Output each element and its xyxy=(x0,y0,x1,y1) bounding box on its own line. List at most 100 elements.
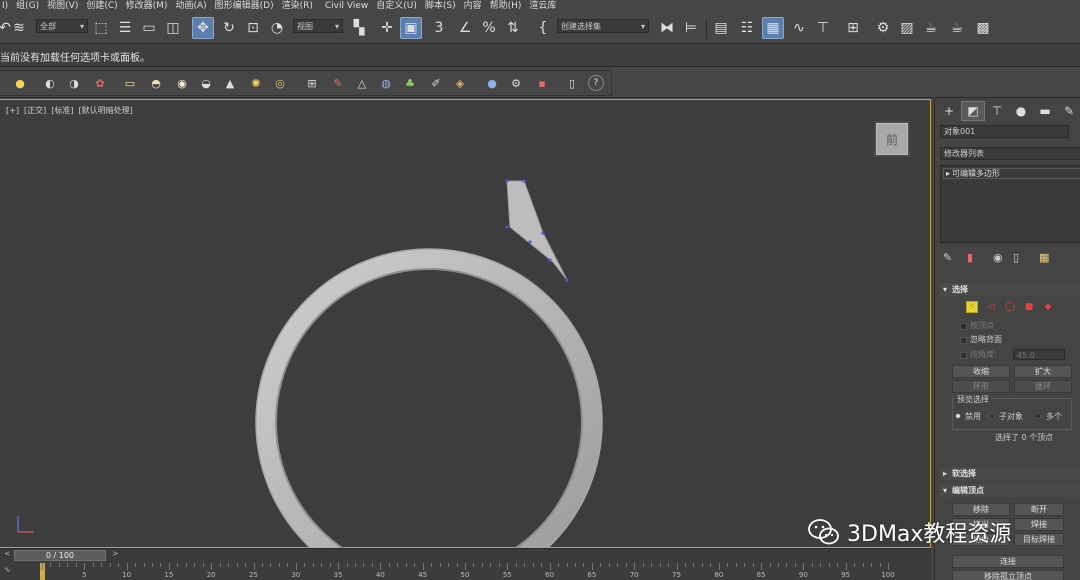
time-slider-next-button[interactable]: > xyxy=(112,549,119,558)
vertex[interactable] xyxy=(548,258,552,262)
shell-icon[interactable]: ◈ xyxy=(452,75,468,91)
rectangular-selection-icon[interactable]: ▭ xyxy=(138,17,160,39)
display-tab-icon[interactable]: ▬ xyxy=(1033,101,1057,121)
modifier-list-select[interactable]: 修改器列表 xyxy=(940,147,1080,160)
select-rotate-icon[interactable]: ↻ xyxy=(218,17,240,39)
menu-item[interactable]: 内容 xyxy=(464,0,490,13)
grow-button[interactable]: 扩大 xyxy=(1014,365,1072,378)
skylight-icon[interactable]: ◎ xyxy=(272,75,288,91)
by-vertex-checkbox[interactable] xyxy=(960,323,967,330)
frame-buffer-icon[interactable]: ▪ xyxy=(534,75,550,91)
bind-space-warp-icon[interactable]: ≋ xyxy=(8,17,30,39)
sphere-gizmo-icon[interactable]: ◑ xyxy=(66,75,82,91)
vertex[interactable] xyxy=(505,179,509,183)
pin-stack-icon[interactable]: ✎ xyxy=(943,251,952,264)
render-in-cloud-icon[interactable]: ▩ xyxy=(972,17,994,39)
select-move-icon[interactable]: ✥ xyxy=(192,17,214,39)
render-setup-icon[interactable]: ⚙ xyxy=(872,17,894,39)
edit-vertices-rollout-header[interactable]: ▾ 编辑顶点 xyxy=(940,484,1080,497)
configure-modifier-sets-icon[interactable]: ▦ xyxy=(1039,251,1049,264)
toggle-ribbon-icon[interactable]: ▦ xyxy=(762,17,784,39)
front-viewport[interactable]: [+] [正交] [标准] [默认明暗处理] 前 xyxy=(0,99,931,549)
object-name-field[interactable]: 对象001 xyxy=(940,125,1069,138)
make-unique-icon[interactable]: ◉ xyxy=(993,251,1003,264)
selection-rollout-header[interactable]: ▾ 选择 xyxy=(940,283,1080,296)
menu-item[interactable]: 渲云库 xyxy=(529,0,564,13)
edge-mode-icon[interactable]: ◁ xyxy=(985,301,997,313)
vertex-mode-icon[interactable]: ⁖ xyxy=(966,301,978,313)
preview-disabled-radio[interactable] xyxy=(955,413,961,419)
modify-tab-icon[interactable]: ◩ xyxy=(961,101,985,121)
expand-arrow-icon[interactable]: ▸ xyxy=(946,169,950,178)
polygon-mode-icon[interactable]: ■ xyxy=(1023,301,1035,313)
vertex[interactable] xyxy=(528,240,532,244)
tree-icon[interactable]: ♣ xyxy=(402,75,418,91)
sphere-icon[interactable]: ◉ xyxy=(174,75,190,91)
ring-mesh[interactable] xyxy=(256,249,602,549)
render-sphere-icon[interactable]: ● xyxy=(484,75,500,91)
target-weld-button[interactable]: 目标焊接 xyxy=(1014,533,1064,546)
element-mode-icon[interactable]: ◆ xyxy=(1042,301,1054,313)
hierarchy-tab-icon[interactable]: ⊤ xyxy=(985,101,1009,121)
preview-multi-radio[interactable] xyxy=(1035,413,1041,419)
viewcube[interactable]: 前 xyxy=(876,123,908,155)
menu-item[interactable]: 帮助(H) xyxy=(490,0,530,13)
render-settings-icon[interactable]: ⚙ xyxy=(508,75,524,91)
show-end-result-icon[interactable]: ▮ xyxy=(967,251,973,264)
menu-item[interactable]: 图形编辑器(D) xyxy=(215,0,282,13)
ring-button[interactable]: 环形 xyxy=(952,380,1010,393)
time-slider[interactable]: < 0 / 100 > xyxy=(0,548,931,561)
scene-explorer-icon[interactable]: ▤ xyxy=(710,17,732,39)
mirror-icon[interactable]: ⧓ xyxy=(656,17,678,39)
paint-icon[interactable]: ✎ xyxy=(330,75,346,91)
menu-item[interactable]: 脚本(S) xyxy=(425,0,464,13)
menu-item[interactable]: 自定义(U) xyxy=(376,0,425,13)
menu-item[interactable]: 组(G) xyxy=(16,0,47,13)
weld-button[interactable]: 焊接 xyxy=(1014,518,1064,531)
curve-editor-icon[interactable]: ∿ xyxy=(788,17,810,39)
break-button[interactable]: 断开 xyxy=(1014,503,1064,516)
timeline-track[interactable]: ∿ 0 5 10 15 20 25 30 35 40 45 50 55 60 65 70 75 80 85 90 95… xyxy=(0,561,931,580)
selection-filter-select[interactable]: 全部 ▾ xyxy=(36,19,88,33)
border-mode-icon[interactable]: ◯ xyxy=(1004,301,1016,313)
render-iterative-icon[interactable]: ☕ xyxy=(946,17,968,39)
edit-named-selection-icon[interactable]: { xyxy=(532,17,554,39)
cone-icon[interactable]: ▲ xyxy=(222,75,238,91)
keyboard-shortcut-override-icon[interactable]: ▣ xyxy=(400,17,422,39)
menu-item[interactable]: 视图(V) xyxy=(47,0,86,13)
prong-mesh[interactable] xyxy=(506,180,568,281)
material-editor-icon[interactable]: ⊞ xyxy=(842,17,864,39)
connect-button[interactable]: 连接 xyxy=(952,555,1064,568)
brush-icon[interactable]: ✐ xyxy=(428,75,444,91)
menu-item[interactable]: 创建(C) xyxy=(86,0,125,13)
time-slider-prev-button[interactable]: < xyxy=(4,549,11,558)
remove-isolated-vertices-button[interactable]: 移除孤立顶点 xyxy=(952,570,1064,580)
window-crossing-icon[interactable]: ◫ xyxy=(162,17,184,39)
menu-item[interactable]: 渲染(R) xyxy=(282,0,325,13)
grid-icon[interactable]: ⊞ xyxy=(304,75,320,91)
layer-explorer-icon[interactable]: ☷ xyxy=(736,17,758,39)
select-by-name-icon[interactable]: ☰ xyxy=(114,17,136,39)
named-selection-set-select[interactable]: 创建选择集 ▾ xyxy=(557,19,649,33)
shrink-button[interactable]: 收缩 xyxy=(952,365,1010,378)
hemisphere-icon[interactable]: ◓ xyxy=(148,75,164,91)
pivot-center-icon[interactable]: ▚ xyxy=(348,17,370,39)
select-scale-icon[interactable]: ⊡ xyxy=(242,17,264,39)
preview-subobject-radio[interactable] xyxy=(989,413,995,419)
remove-button[interactable]: 移除 xyxy=(952,503,1010,516)
utilities-tab-icon[interactable]: ✎ xyxy=(1057,101,1080,121)
by-angle-spinner[interactable]: 45.0 xyxy=(1013,349,1065,360)
light-lister-icon[interactable]: ● xyxy=(12,75,28,91)
placement-icon[interactable]: ◔ xyxy=(266,17,288,39)
rendered-frame-window-icon[interactable]: ▨ xyxy=(896,17,918,39)
vertex[interactable] xyxy=(522,179,526,183)
vertex[interactable] xyxy=(565,278,569,282)
loop-button[interactable]: 循环 xyxy=(1014,380,1072,393)
ignore-backfacing-checkbox[interactable] xyxy=(960,337,967,344)
measure-icon[interactable]: △ xyxy=(354,75,370,91)
menu-item[interactable]: 动画(A) xyxy=(175,0,214,13)
create-tab-icon[interactable]: + xyxy=(937,101,961,121)
time-slider-thumb[interactable]: 0 / 100 xyxy=(14,550,106,561)
align-icon[interactable]: ⊨ xyxy=(680,17,702,39)
menu-item[interactable]: 修改器(M) xyxy=(126,0,176,13)
